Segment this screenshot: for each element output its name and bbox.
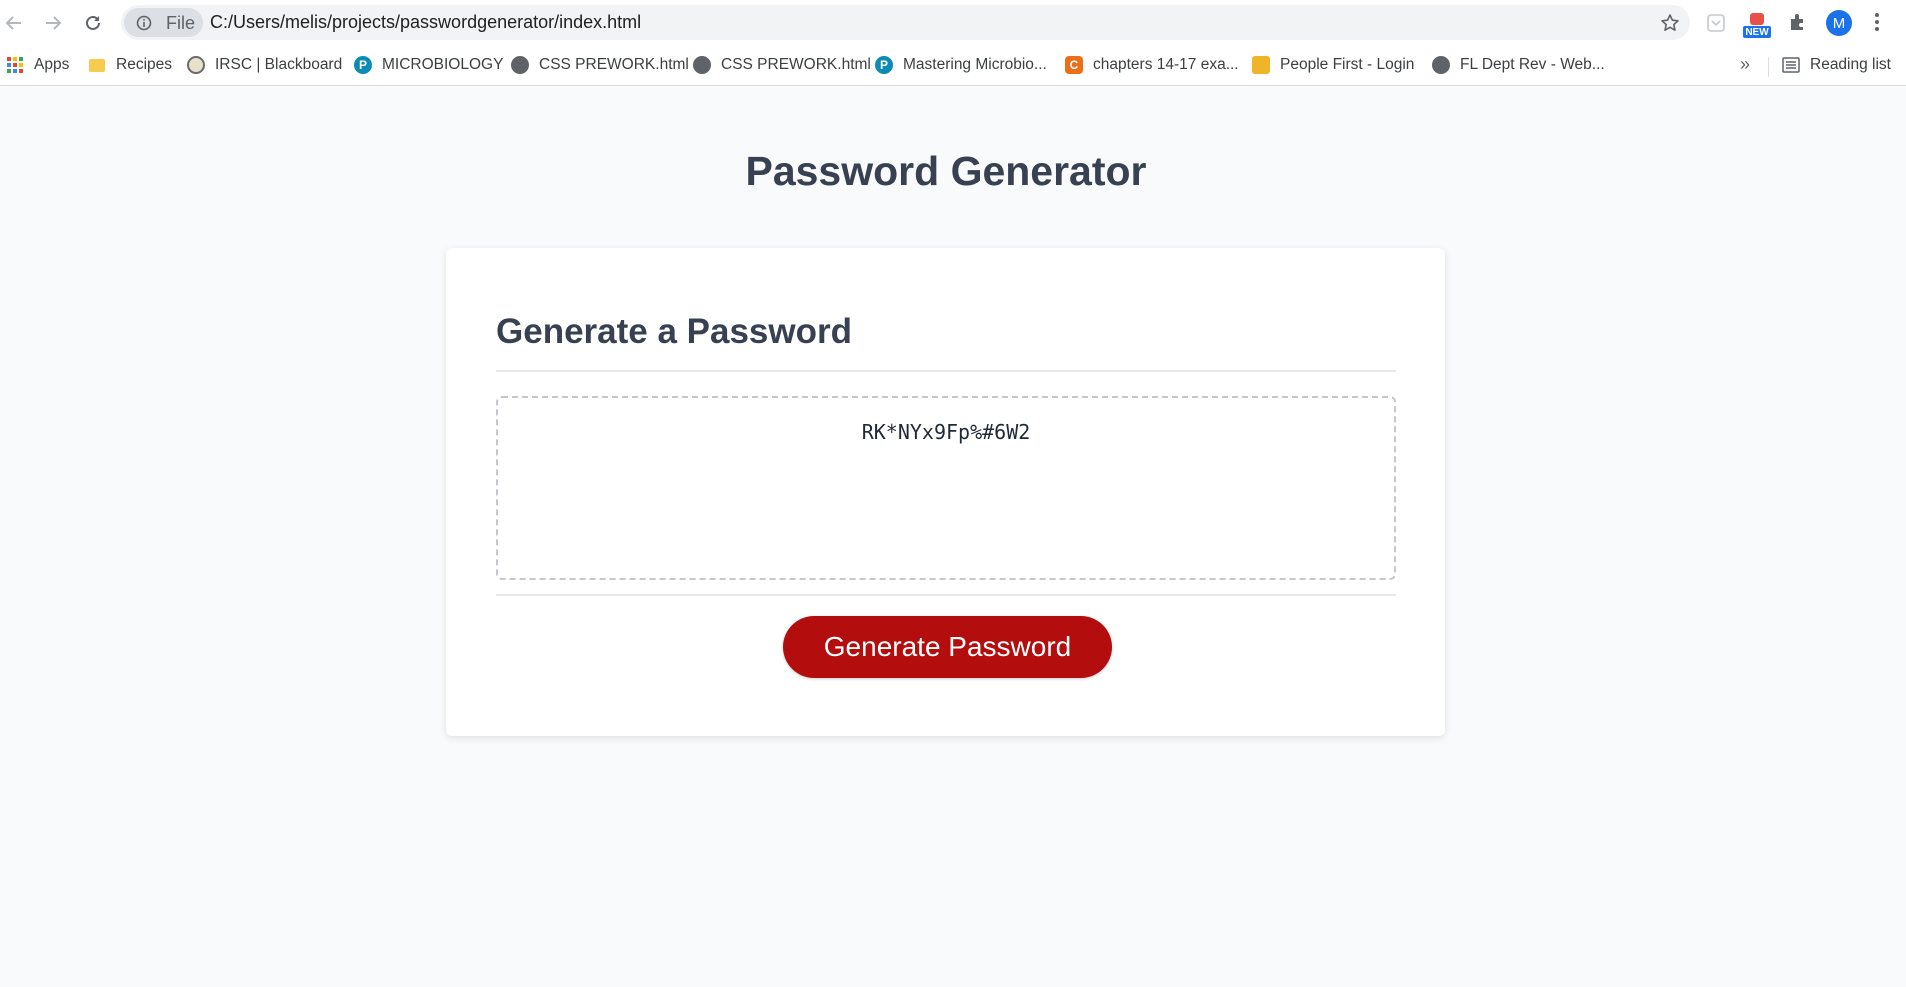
reload-button[interactable]	[79, 9, 107, 37]
bookmark-people-first[interactable]: People First - Login	[1252, 53, 1414, 77]
card-footer: Generate Password	[496, 594, 1396, 694]
card-title: Generate a Password	[496, 312, 852, 351]
back-button[interactable]	[0, 9, 28, 37]
forward-arrow-icon	[46, 16, 62, 30]
pocket-extension-icon[interactable]	[1706, 13, 1726, 33]
page-title: Password Generator	[745, 148, 1147, 194]
info-icon	[136, 15, 152, 31]
bookmark-label: Recipes	[116, 56, 172, 73]
bookmark-label: FL Dept Rev - Web...	[1460, 56, 1605, 73]
bookmark-fl-dept-rev[interactable]: FL Dept Rev - Web...	[1432, 53, 1605, 77]
bookmark-label: chapters 14-17 exa...	[1093, 56, 1239, 73]
profile-avatar[interactable]: M	[1826, 10, 1852, 36]
more-bookmarks-button[interactable]: »	[1740, 54, 1750, 75]
file-chip-label: File	[166, 13, 196, 33]
reading-list-icon	[1782, 56, 1800, 74]
bookmark-microbiology[interactable]: P MICROBIOLOGY	[354, 53, 503, 77]
back-arrow-icon	[5, 16, 21, 30]
browser-toolbar: File C:/Users/melis/projects/passwordgen…	[0, 0, 1906, 46]
bookmark-chapters-exam[interactable]: C chapters 14-17 exa...	[1065, 53, 1239, 77]
reading-list-button[interactable]: Reading list	[1782, 53, 1891, 77]
globe-icon	[693, 56, 711, 74]
bookmark-recipes[interactable]: Recipes	[88, 53, 172, 77]
address-bar[interactable]: File C:/Users/melis/projects/passwordgen…	[121, 5, 1690, 40]
globe-icon	[511, 56, 529, 74]
people-first-icon	[1252, 56, 1270, 74]
bookmark-label: CSS PREWORK.html	[539, 56, 689, 73]
bookmark-mastering-microbio[interactable]: P Mastering Microbio...	[875, 53, 1047, 77]
bookmark-label: People First - Login	[1280, 56, 1415, 73]
new-extension-icon[interactable]: NEW	[1742, 10, 1772, 40]
password-output[interactable]: RK*NYx9Fp%#6W2	[496, 396, 1396, 580]
url-text[interactable]: C:/Users/melis/projects/passwordgenerato…	[210, 12, 641, 33]
new-badge: NEW	[1745, 27, 1769, 38]
pearson-icon: P	[354, 56, 372, 74]
chegg-icon: C	[1065, 56, 1083, 74]
generate-password-button[interactable]: Generate Password	[783, 616, 1112, 678]
bookmark-css-prework-1[interactable]: CSS PREWORK.html	[511, 53, 689, 77]
bookmark-label: Mastering Microbio...	[903, 56, 1047, 73]
forward-button[interactable]	[39, 9, 67, 37]
browser-menu-icon[interactable]	[1873, 11, 1881, 35]
bookmark-label: MICROBIOLOGY	[382, 56, 504, 73]
globe-icon	[1432, 56, 1450, 74]
reading-list-label: Reading list	[1810, 56, 1891, 73]
password-card: Generate a Password RK*NYx9Fp%#6W2 Gener…	[446, 248, 1445, 736]
bookmark-label: CSS PREWORK.html	[721, 56, 871, 73]
card-header: Generate a Password	[496, 312, 1396, 372]
bookmark-label: IRSC | Blackboard	[215, 56, 343, 73]
apps-grid-icon	[6, 56, 24, 74]
bookmarks-bar: Apps Recipes IRSC | Blackboard P MICROBI…	[0, 46, 1906, 86]
bookmark-css-prework-2[interactable]: CSS PREWORK.html	[693, 53, 871, 77]
bookmark-irsc-blackboard[interactable]: IRSC | Blackboard	[187, 53, 342, 77]
folder-icon	[88, 56, 106, 74]
bookmarks-divider	[1768, 57, 1769, 77]
site-info-chip[interactable]: File	[124, 8, 203, 37]
extensions-puzzle-icon[interactable]	[1788, 12, 1808, 32]
bookmark-label: Apps	[34, 56, 70, 73]
card-body: RK*NYx9Fp%#6W2	[496, 396, 1396, 580]
reload-icon	[86, 15, 100, 30]
bookmark-star-icon[interactable]	[1660, 13, 1680, 33]
irsc-logo-icon	[187, 56, 205, 74]
bookmark-apps[interactable]: Apps	[6, 53, 69, 77]
pearson-icon: P	[875, 56, 893, 74]
